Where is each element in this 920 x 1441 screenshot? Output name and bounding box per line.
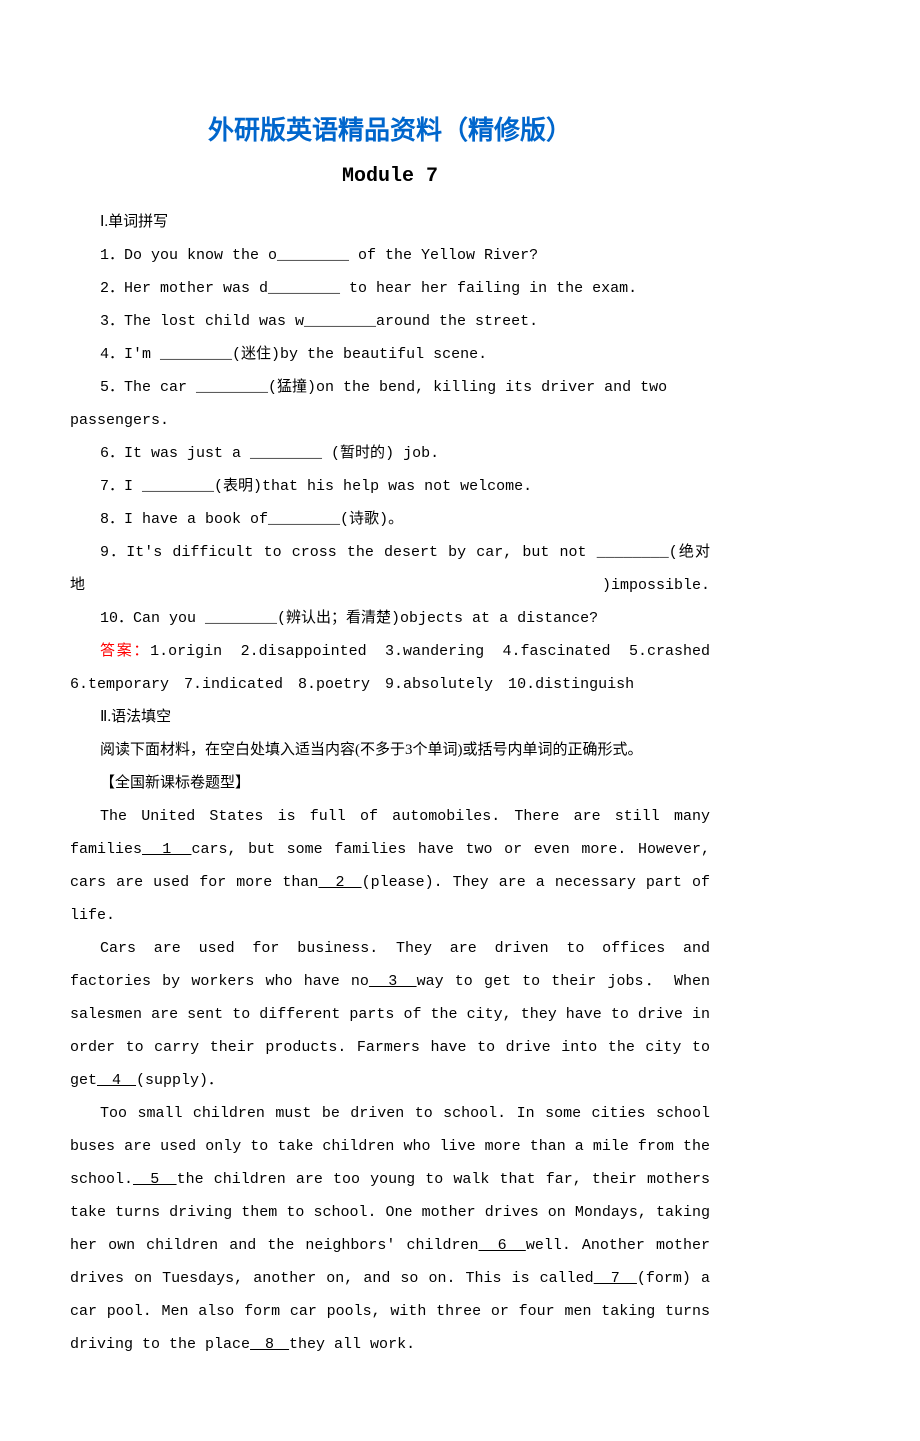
blank-8: 8 <box>250 1336 289 1353</box>
blank-7: 7 <box>594 1270 637 1287</box>
section-1-heading: Ⅰ.单词拼写 <box>70 206 710 239</box>
main-title: 外研版英语精品资料（精修版） <box>70 110 710 147</box>
question-4: 4．I'm ________(迷住)by the beautiful scene… <box>70 338 710 371</box>
q4-cn: 迷住 <box>241 346 271 362</box>
q8-cn: 诗歌 <box>349 511 379 527</box>
blank-3: 3 <box>369 973 417 990</box>
question-5: 5．The car ________(猛撞)on the bend, killi… <box>70 371 710 437</box>
q10-part-a: 10．Can you ________( <box>100 610 286 627</box>
question-1: 1．Do you know the o________ of the Yello… <box>70 239 710 272</box>
q9-part-a: 9．It's difficult to cross the desert by … <box>100 544 678 561</box>
q10-cn: 辨认出；看清楚 <box>286 610 391 626</box>
q4-part-a: 4．I'm ________( <box>100 346 241 363</box>
q9-part-b: )impossible. <box>602 577 710 594</box>
section-2-desc: 阅读下面材料，在空白处填入适当内容(不多于3个单词)或括号内单词的正确形式。 <box>70 734 710 767</box>
section-2-heading: Ⅱ.语法填空 <box>70 701 710 734</box>
blank-6: 6 <box>479 1237 526 1254</box>
document-page: 外研版英语精品资料（精修版） Module 7 Ⅰ.单词拼写 1．Do you … <box>0 0 780 1441</box>
q10-part-b: )objects at a distance? <box>391 610 598 627</box>
q6-part-a: 6．It was just a ________ ( <box>100 445 340 462</box>
answers-body: 1.origin 2.disappointed 3.wandering 4.fa… <box>70 643 725 693</box>
section-2-tag: 【全国新课标卷题型】 <box>70 767 710 800</box>
answers-block: 答案：1.origin 2.disappointed 3.wandering 4… <box>70 635 710 701</box>
question-6: 6．It was just a ________ (暂时的) job. <box>70 437 710 470</box>
question-3: 3．The lost child was w________around the… <box>70 305 710 338</box>
question-9: 9．It's difficult to cross the desert by … <box>70 536 710 602</box>
blank-2: 2 <box>318 874 361 891</box>
q7-part-a: 7．I ________( <box>100 478 223 495</box>
passage-para-1: The United States is full of automobiles… <box>70 800 710 932</box>
q8-part-a: 8．I have a book of________( <box>100 511 349 528</box>
sub-title: Module 7 <box>70 165 710 188</box>
p2-c: (supply)． <box>136 1072 223 1089</box>
question-8: 8．I have a book of________(诗歌)。 <box>70 503 710 536</box>
p3-e: they all work. <box>289 1336 415 1353</box>
q6-part-b: ) job. <box>385 445 439 462</box>
q7-cn: 表明 <box>223 478 253 494</box>
blank-4: 4 <box>97 1072 136 1089</box>
q5-part-a: 5．The car ________( <box>100 379 277 396</box>
q4-part-b: )by the beautiful scene. <box>271 346 487 363</box>
blank-1: 1 <box>142 841 191 858</box>
q5-cn: 猛撞 <box>277 379 307 395</box>
q6-cn: 暂时的 <box>340 445 385 461</box>
passage-para-3: Too small children must be driven to sch… <box>70 1097 710 1361</box>
answers-label: 答案： <box>100 643 150 659</box>
q8-part-b: )。 <box>379 511 403 528</box>
question-10: 10．Can you ________(辨认出；看清楚)objects at a… <box>70 602 710 635</box>
passage-para-2: Cars are used for business. They are dri… <box>70 932 710 1097</box>
question-2: 2．Her mother was d________ to hear her f… <box>70 272 710 305</box>
q7-part-b: )that his help was not welcome. <box>253 478 532 495</box>
question-7: 7．I ________(表明)that his help was not we… <box>70 470 710 503</box>
blank-5: 5 <box>133 1171 177 1188</box>
